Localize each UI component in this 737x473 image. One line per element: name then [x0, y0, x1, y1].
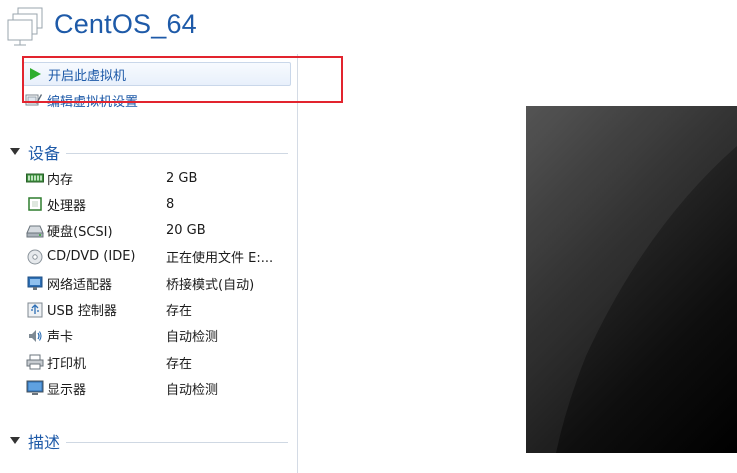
device-value: 存在: [166, 304, 193, 319]
device-value: 20 GB: [166, 223, 206, 239]
device-value: 自动检测: [166, 382, 219, 398]
vm-title: CentOS_64: [54, 9, 197, 39]
device-row[interactable]: 显示器 自动检测: [26, 377, 290, 399]
device-row[interactable]: USB 控制器 存在: [26, 299, 290, 321]
device-name: 内存: [47, 172, 74, 188]
device-name: 声卡: [47, 330, 74, 346]
description-section-rule: [66, 442, 288, 443]
description-section-title: 描述: [28, 433, 61, 452]
virtual-machine-icon: [6, 6, 44, 46]
device-value: 2 GB: [166, 170, 198, 186]
device-row[interactable]: 处理器 8: [26, 193, 290, 215]
processor-icon: [26, 195, 44, 213]
device-row[interactable]: 硬盘(SCSI) 20 GB: [26, 220, 290, 242]
devices-section-title: 设备: [28, 144, 61, 163]
vm-details-page: CentOS_64 开启此虚拟机 编辑虚拟机设置 设备 内存 2 GB 处理器 8 硬盘…: [0, 0, 737, 473]
device-row[interactable]: 声卡 自动检测: [26, 325, 290, 347]
pane-divider: [297, 54, 298, 473]
usb-icon: [26, 301, 44, 319]
sound-card-icon: [26, 327, 44, 345]
device-value: 自动检测: [166, 330, 219, 346]
device-name: 处理器: [47, 198, 87, 214]
device-row[interactable]: 内存 2 GB: [26, 167, 290, 189]
display-icon: [26, 379, 44, 397]
printer-icon: [26, 353, 44, 371]
hard-disk-icon: [26, 222, 44, 240]
device-value: 桥接模式(自动): [166, 277, 255, 293]
device-name: 显示器: [47, 382, 87, 398]
device-name: 网络适配器: [47, 277, 113, 293]
device-name: CD/DVD (IDE): [47, 249, 136, 265]
device-name: USB 控制器: [47, 304, 117, 319]
device-value: 正在使用文件 E:...: [166, 251, 274, 267]
collapse-triangle-icon: [8, 434, 22, 448]
devices-section-toggle[interactable]: 设备: [8, 142, 61, 163]
memory-icon: [26, 169, 44, 187]
device-row[interactable]: 网络适配器 桥接模式(自动): [26, 272, 290, 294]
cd-dvd-icon: [26, 248, 44, 266]
network-adapter-icon: [26, 274, 44, 292]
vm-preview-thumbnail[interactable]: [526, 106, 737, 453]
devices-section-rule: [66, 153, 288, 154]
device-value: 8: [166, 196, 175, 212]
device-value: 存在: [166, 356, 193, 372]
device-row[interactable]: 打印机 存在: [26, 351, 290, 373]
device-name: 打印机: [47, 356, 87, 372]
description-section-toggle[interactable]: 描述: [8, 431, 61, 452]
collapse-triangle-icon: [8, 145, 22, 159]
device-name: 硬盘(SCSI): [47, 225, 113, 241]
device-row[interactable]: CD/DVD (IDE) 正在使用文件 E:...: [26, 246, 290, 268]
highlight-box: [22, 56, 343, 103]
